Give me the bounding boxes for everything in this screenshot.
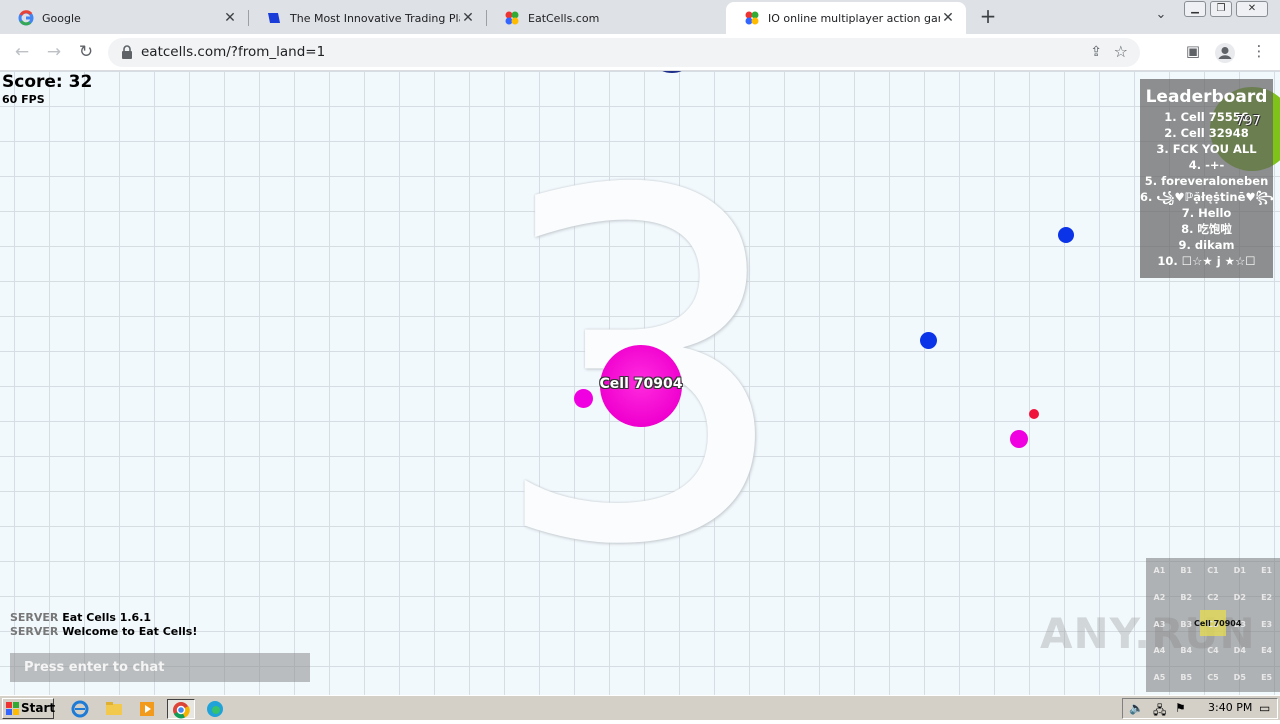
tab-title: EatCells.com xyxy=(528,11,600,25)
minimap-sector-label: C1 xyxy=(1207,566,1219,575)
food-cell xyxy=(1058,227,1074,243)
leaderboard-entry: 8. 吃饱啦 xyxy=(1181,222,1232,236)
player-name: Cell 70904 xyxy=(599,376,683,392)
tab-title: The Most Innovative Trading Platform xyxy=(290,11,460,25)
maximize-button[interactable]: ❐ xyxy=(1210,1,1232,17)
close-icon[interactable]: ✕ xyxy=(460,10,476,26)
forward-arrow-icon[interactable]: → xyxy=(42,40,66,64)
chevron-down-icon[interactable]: ⌄ xyxy=(1150,7,1172,27)
fps-display: 60 FPS xyxy=(2,93,45,106)
side-panel-icon[interactable]: ▣ xyxy=(1182,42,1204,64)
food-cell xyxy=(920,332,937,349)
tab-trading[interactable]: The Most Innovative Trading Platform ✕ xyxy=(248,2,486,34)
address-bar[interactable]: eatcells.com/?from_land=1 ⇪ ☆ xyxy=(108,38,1140,67)
minimap-sector-label: A5 xyxy=(1153,673,1166,683)
cell-partial-top xyxy=(660,71,684,73)
eatcells-icon xyxy=(745,11,759,25)
network-icon[interactable]: 🖧 xyxy=(1153,701,1166,722)
close-window-button[interactable]: ✕ xyxy=(1236,1,1268,17)
leaderboard-entry: 10. ☐☆★ j ★☆☐ xyxy=(1157,254,1256,268)
minimap-sector-label: D4 xyxy=(1233,646,1246,656)
food-cell xyxy=(1010,430,1028,448)
minimap-sector-label: E1 xyxy=(1261,566,1273,575)
leaderboard-entry: 3. FCK YOU ALL xyxy=(1156,142,1257,156)
url-text: eatcells.com/?from_land=1 xyxy=(141,44,326,60)
minimap-sector-label: B5 xyxy=(1180,673,1193,683)
leaderboard-entry: 7. Hello xyxy=(1181,206,1232,220)
game-canvas[interactable]: 3 Cell 70904 Score: 32 60 FPS Leaderboar… xyxy=(0,71,1280,695)
minimap-sector-label: E4 xyxy=(1261,646,1273,656)
start-button[interactable]: Start xyxy=(2,698,56,719)
chat-input[interactable] xyxy=(10,653,310,682)
minimap-sector-label: A1 xyxy=(1153,566,1166,575)
leaderboard-entry: 6. ꧁♥ℙặłęṩtinē♥꧂ xyxy=(1140,190,1273,204)
share-icon[interactable]: ⇪ xyxy=(1090,44,1102,60)
chat-log: SERVER Eat Cells 1.6.1 SERVER Welcome to… xyxy=(10,611,197,639)
eatcells-icon xyxy=(505,11,519,25)
tab-google[interactable]: Google ✕ xyxy=(0,2,248,34)
tab-io-game[interactable]: IO online multiplayer action game. Si ✕ xyxy=(726,2,966,34)
minimap-sector-label: D1 xyxy=(1233,566,1246,575)
show-desktop-icon[interactable]: ▭ xyxy=(1259,701,1270,715)
menu-dots-icon[interactable]: ⋮ xyxy=(1248,42,1270,64)
enemy-cell-label: 797 xyxy=(1236,114,1261,129)
close-icon[interactable]: ✕ xyxy=(222,10,238,26)
minimap-sector-label: D2 xyxy=(1233,592,1246,602)
ie-icon[interactable] xyxy=(70,699,90,719)
minimap-sector-label: A4 xyxy=(1153,646,1166,656)
minimap-sector-label: B4 xyxy=(1180,646,1193,656)
tab-title: Google xyxy=(42,11,81,25)
leaderboard-entry: 4. -+- xyxy=(1188,158,1225,172)
tab-strip: Google ✕ The Most Innovative Trading Pla… xyxy=(0,0,1280,34)
reload-icon[interactable]: ↻ xyxy=(74,40,98,64)
star-icon[interactable]: ☆ xyxy=(1114,42,1128,61)
minimap-sector-label: A2 xyxy=(1153,592,1166,602)
chat-message: SERVER Welcome to Eat Cells! xyxy=(10,625,198,638)
minimize-button[interactable]: ▁ xyxy=(1184,1,1206,17)
leaderboard-entry: 9. dikam xyxy=(1178,238,1235,252)
minimap-sector-label: B2 xyxy=(1180,592,1193,602)
chrome-icon xyxy=(173,702,190,719)
minimap-sector-label: E5 xyxy=(1261,673,1273,683)
edge-icon[interactable] xyxy=(205,699,225,719)
flag-icon[interactable]: ⚑ xyxy=(1175,701,1186,715)
browser-toolbar: ← → ↻ eatcells.com/?from_land=1 ⇪ ☆ ▣ ⋮ xyxy=(0,34,1280,71)
trading-platform-icon xyxy=(268,13,280,23)
media-player-icon[interactable] xyxy=(137,699,157,719)
new-tab-button[interactable]: + xyxy=(976,5,1000,29)
food-cell xyxy=(1029,409,1039,419)
minimap-sector-label: C5 xyxy=(1207,673,1219,683)
tab-title: IO online multiplayer action game. Si xyxy=(768,11,940,25)
minimap-sector-label: E3 xyxy=(1261,619,1273,629)
minimap-sector-label: D5 xyxy=(1233,673,1246,683)
back-arrow-icon[interactable]: ← xyxy=(10,40,34,64)
minimap-sector-label: B1 xyxy=(1180,566,1193,575)
minimap-sector-label: C2 xyxy=(1207,592,1219,602)
system-tray: 🔈 🖧 ⚑ ▭ xyxy=(1122,698,1278,719)
minimap-sector-label: A3 xyxy=(1153,619,1166,629)
close-icon[interactable]: ✕ xyxy=(940,10,956,26)
minimap: A1 B1 C1 D1 E1 A2 B2 C2 D2 E2 A3 B3 C3 D3 E3 A4 B4 C4 D4 E4… xyxy=(1146,558,1280,692)
start-label: Start xyxy=(21,701,56,715)
leaderboard: Leaderboard 1. Cell 75556 2. Cell 32948 … xyxy=(1140,79,1273,278)
leaderboard-entry: 5. foreveraloneben xyxy=(1144,174,1269,188)
chrome-taskbar-button[interactable] xyxy=(167,699,195,719)
volume-icon[interactable]: 🔈 xyxy=(1129,701,1144,715)
score-display: Score: 32 xyxy=(2,72,93,92)
chat-message: SERVER Eat Cells 1.6.1 xyxy=(10,611,152,624)
taskbar: Start 🔈 🖧 ⚑ ▭ 3:40 PM xyxy=(0,695,1280,720)
windows-flag-icon xyxy=(6,702,19,715)
clock: 3:40 PM xyxy=(1208,701,1253,714)
google-icon xyxy=(18,10,34,26)
lock-icon xyxy=(122,45,132,59)
folder-icon[interactable] xyxy=(104,699,124,719)
profile-icon[interactable] xyxy=(1214,42,1236,64)
leaderboard-title: Leaderboard xyxy=(1145,87,1268,107)
minimap-sector-label: C4 xyxy=(1207,646,1219,656)
tab-eatcells[interactable]: EatCells.com xyxy=(486,2,724,34)
minimap-player-label: Cell 70904 xyxy=(1194,619,1242,628)
minimap-sector-label: E2 xyxy=(1261,592,1273,602)
